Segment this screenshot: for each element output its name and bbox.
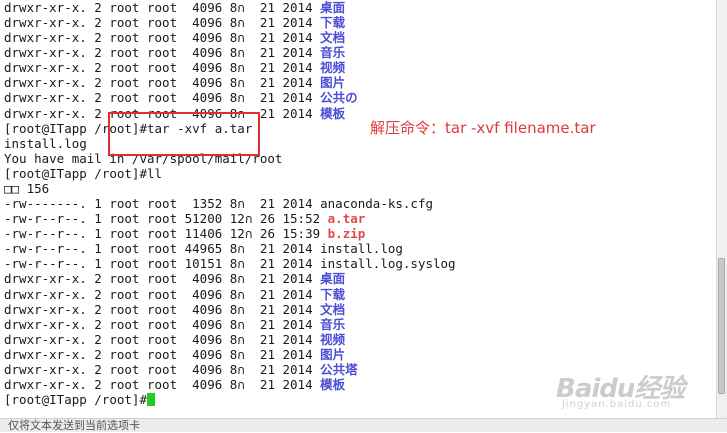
status-bar: 仅将文本发送到当前选项卡 <box>0 418 727 432</box>
line-text: -rw-r--r--. 1 root root 44965 8ก 21 2014… <box>4 241 403 257</box>
directory-name: 公共塔 <box>320 361 358 377</box>
terminal-cursor <box>147 393 155 407</box>
line-text: -rw-r--r--. 1 root root 10151 8ก 21 2014… <box>4 256 456 272</box>
terminal-line: -rw-r--r--. 1 root root 10151 8ก 21 2014… <box>4 256 456 271</box>
line-text: install.log <box>4 135 87 151</box>
terminal-line: drwxr-xr-x. 2 root root 4096 8ก 21 2014 … <box>4 75 345 90</box>
terminal-line: drwxr-xr-x. 2 root root 4096 8ก 21 2014 … <box>4 287 345 302</box>
archive-filename: b.zip <box>327 226 366 242</box>
line-text: -rw-------. 1 root root 1352 8ก 21 2014 … <box>4 196 434 212</box>
terminal-line: -rw-r--r--. 1 root root 51200 12ก 26 15:… <box>4 211 365 226</box>
terminal-output[interactable]: drwxr-xr-x. 2 root root 4096 8ก 21 2014 … <box>0 0 717 418</box>
directory-name: 图片 <box>320 75 346 91</box>
terminal-line: -rw-------. 1 root root 1352 8ก 21 2014 … <box>4 196 433 211</box>
terminal-line: drwxr-xr-x. 2 root root 4096 8ก 21 2014 … <box>4 271 345 286</box>
line-text: drwxr-xr-x. 2 root root 4096 8ก 21 2014 <box>4 301 321 317</box>
terminal-line: drwxr-xr-x. 2 root root 4096 8ก 21 2014 … <box>4 332 345 347</box>
directory-name: 模板 <box>320 377 346 392</box>
directory-name: 视频 <box>320 331 346 347</box>
directory-name: 文档 <box>320 30 346 46</box>
line-text: drwxr-xr-x. 2 root root 4096 8ก 21 2014 <box>4 361 321 377</box>
line-text: drwxr-xr-x. 2 root root 4096 8ก 21 2014 <box>4 286 321 302</box>
terminal-line: drwxr-xr-x. 2 root root 4096 8ก 21 2014 … <box>4 15 345 30</box>
terminal-line: drwxr-xr-x. 2 root root 4096 8ก 21 2014 … <box>4 0 345 15</box>
terminal-line: -rw-r--r--. 1 root root 44965 8ก 21 2014… <box>4 241 403 256</box>
terminal-line: -rw-r--r--. 1 root root 11406 12ก 26 15:… <box>4 226 365 241</box>
line-text: drwxr-xr-x. 2 root root 4096 8ก 21 2014 <box>4 316 321 332</box>
line-text: drwxr-xr-x. 2 root root 4096 8ก 21 2014 <box>4 15 321 31</box>
terminal-line: drwxr-xr-x. 2 root root 4096 8ก 21 2014 … <box>4 45 345 60</box>
line-text: drwxr-xr-x. 2 root root 4096 8ก 21 2014 <box>4 75 321 91</box>
terminal-line: drwxr-xr-x. 2 root root 4096 8ก 21 2014 … <box>4 347 345 362</box>
line-text: drwxr-xr-x. 2 root root 4096 8ก 21 2014 <box>4 331 321 347</box>
command-highlight-box <box>108 112 260 156</box>
directory-name: 音乐 <box>320 316 346 332</box>
line-text: drwxr-xr-x. 2 root root 4096 8ก 21 2014 <box>4 377 321 392</box>
annotation-text: 解压命令：tar -xvf filename.tar <box>370 119 596 137</box>
scrollbar-thumb[interactable] <box>718 258 725 394</box>
directory-name: 视频 <box>320 60 346 76</box>
terminal-line: □□ 156 <box>4 181 49 196</box>
directory-name: 图片 <box>320 346 346 362</box>
line-text: drwxr-xr-x. 2 root root 4096 8ก 21 2014 <box>4 30 321 46</box>
terminal-line: drwxr-xr-x. 2 root root 4096 8ก 21 2014 … <box>4 362 358 377</box>
line-text: drwxr-xr-x. 2 root root 4096 8ก 21 2014 <box>4 0 321 15</box>
watermark-url: jingyan.baidu.com <box>562 399 672 410</box>
line-text: -rw-r--r--. 1 root root 11406 12ก 26 15:… <box>4 226 328 242</box>
terminal-line: install.log <box>4 136 87 151</box>
directory-name: 文档 <box>320 301 346 317</box>
directory-name: 桌面 <box>320 271 346 287</box>
line-text: [root@ITapp /root]#ll <box>4 165 163 181</box>
line-text: drwxr-xr-x. 2 root root 4096 8ก 21 2014 <box>4 60 321 76</box>
line-text: drwxr-xr-x. 2 root root 4096 8ก 21 2014 <box>4 90 321 106</box>
baidu-watermark: Baidu经验 jingyan.baidu.com <box>556 368 685 410</box>
terminal-line: drwxr-xr-x. 2 root root 4096 8ก 21 2014 … <box>4 302 345 317</box>
terminal-line: drwxr-xr-x. 2 root root 4096 8ก 21 2014 … <box>4 317 345 332</box>
line-text: drwxr-xr-x. 2 root root 4096 8ก 21 2014 <box>4 271 321 287</box>
line-text: □□ 156 <box>4 180 50 196</box>
directory-name: 音乐 <box>320 45 346 61</box>
line-text: drwxr-xr-x. 2 root root 4096 8ก 21 2014 <box>4 45 321 61</box>
terminal-line: drwxr-xr-x. 2 root root 4096 8ก 21 2014 … <box>4 30 345 45</box>
line-text: -rw-r--r--. 1 root root 51200 12ก 26 15:… <box>4 211 328 227</box>
vertical-scrollbar[interactable] <box>716 0 727 418</box>
directory-name: 模板 <box>320 105 346 121</box>
directory-name: 桌面 <box>320 0 346 15</box>
directory-name: 下载 <box>320 15 346 31</box>
line-text: drwxr-xr-x. 2 root root 4096 8ก 21 2014 <box>4 346 321 362</box>
terminal-line: drwxr-xr-x. 2 root root 4096 8ก 21 2014 … <box>4 60 345 75</box>
line-text: [root@ITapp /root]# <box>4 392 147 408</box>
terminal-line: drwxr-xr-x. 2 root root 4096 8ก 21 2014 … <box>4 90 358 105</box>
terminal-line: drwxr-xr-x. 2 root root 4096 8ก 21 2014 … <box>4 377 345 392</box>
directory-name: 下载 <box>320 286 346 302</box>
archive-filename: a.tar <box>327 211 366 227</box>
directory-name: 公共の <box>320 90 358 106</box>
terminal-line: [root@ITapp /root]#ll <box>4 166 162 181</box>
terminal-line: [root@ITapp /root]# <box>4 392 155 407</box>
